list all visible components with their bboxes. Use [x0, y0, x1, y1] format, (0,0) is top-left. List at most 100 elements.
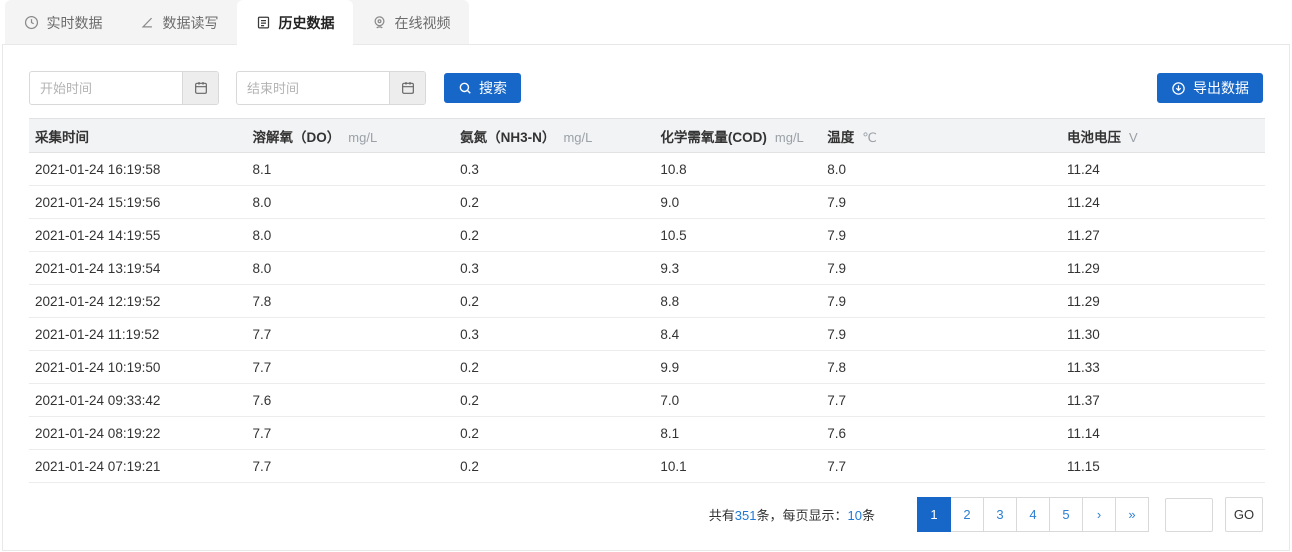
column-header: 溶解氧（DO） mg/L [247, 119, 455, 153]
column-unit: ℃ [862, 130, 877, 145]
table-cell: 11.29 [1061, 285, 1265, 318]
edit-icon [140, 15, 155, 30]
total-prefix: 共有 [709, 508, 735, 523]
column-unit: V [1129, 130, 1138, 145]
last-page-button[interactable]: » [1115, 497, 1149, 532]
table-cell: 2021-01-24 12:19:52 [29, 285, 247, 318]
table-cell: 11.24 [1061, 186, 1265, 219]
page-size: 10 [848, 508, 862, 523]
column-label: 化学需氧量(COD) [660, 130, 767, 145]
table-cell: 0.3 [454, 252, 654, 285]
table-cell: 2021-01-24 16:19:58 [29, 153, 247, 186]
table-cell: 11.24 [1061, 153, 1265, 186]
tab-bar: 实时数据 数据读写 历史数据 在线视频 [5, 0, 469, 44]
toolbar: 搜索 导出数据 [29, 71, 1263, 105]
column-label: 电池电压 [1067, 130, 1121, 145]
table-row: 2021-01-24 11:19:527.70.38.47.911.30 [29, 318, 1265, 351]
table-cell: 9.9 [654, 351, 821, 384]
table-cell: 8.0 [247, 219, 455, 252]
tab-label: 历史数据 [279, 13, 335, 33]
table-cell: 2021-01-24 14:19:55 [29, 219, 247, 252]
tab-label: 在线视频 [395, 13, 451, 33]
page-button-4[interactable]: 4 [1016, 497, 1050, 532]
table-cell: 8.1 [654, 417, 821, 450]
pagination-summary: 共有351条，每页显示：10条 [709, 505, 875, 524]
page-button-5[interactable]: 5 [1049, 497, 1083, 532]
pagination: 共有351条，每页显示：10条 12345›» GO [29, 497, 1263, 532]
table-cell: 11.29 [1061, 252, 1265, 285]
table-cell: 7.9 [821, 252, 1061, 285]
column-label: 溶解氧（DO） [253, 130, 341, 145]
cloud-download-icon [1171, 81, 1186, 96]
table-cell: 11.15 [1061, 450, 1265, 483]
table-cell: 8.4 [654, 318, 821, 351]
table-cell: 10.8 [654, 153, 821, 186]
table-cell: 10.1 [654, 450, 821, 483]
table-cell: 0.2 [454, 450, 654, 483]
table-cell: 0.2 [454, 351, 654, 384]
export-data-button[interactable]: 导出数据 [1157, 73, 1263, 103]
column-unit: mg/L [348, 130, 377, 145]
table-cell: 7.6 [821, 417, 1061, 450]
table-cell: 2021-01-24 09:33:42 [29, 384, 247, 417]
table-cell: 0.2 [454, 285, 654, 318]
total-count: 351 [735, 508, 757, 523]
go-button[interactable]: GO [1225, 497, 1263, 532]
table-cell: 11.37 [1061, 384, 1265, 417]
table-cell: 8.1 [247, 153, 455, 186]
tab-label: 数据读写 [163, 13, 219, 33]
calendar-icon[interactable] [389, 72, 425, 104]
table-cell: 11.27 [1061, 219, 1265, 252]
table-cell: 7.7 [247, 417, 455, 450]
start-time-input[interactable] [30, 72, 182, 104]
content-panel: 搜索 导出数据 采集时间溶解氧（DO）mg/L氨氮（NH3-N）mg/L化学需氧… [2, 44, 1290, 551]
page-size-suffix: 条 [862, 508, 875, 523]
page-button-1[interactable]: 1 [917, 497, 951, 532]
table-cell: 8.0 [821, 153, 1061, 186]
table-cell: 0.2 [454, 219, 654, 252]
table-cell: 2021-01-24 15:19:56 [29, 186, 247, 219]
table-cell: 8.0 [247, 252, 455, 285]
table-row: 2021-01-24 08:19:227.70.28.17.611.14 [29, 417, 1265, 450]
history-data-table: 采集时间溶解氧（DO）mg/L氨氮（NH3-N）mg/L化学需氧量(COD)mg… [29, 118, 1265, 483]
table-cell: 2021-01-24 07:19:21 [29, 450, 247, 483]
table-cell: 0.2 [454, 186, 654, 219]
table-row: 2021-01-24 12:19:527.80.28.87.911.29 [29, 285, 1265, 318]
end-time-input[interactable] [237, 72, 389, 104]
column-header: 氨氮（NH3-N）mg/L [454, 119, 654, 153]
table-cell: 2021-01-24 11:19:52 [29, 318, 247, 351]
table-cell: 2021-01-24 10:19:50 [29, 351, 247, 384]
tab-history-data[interactable]: 历史数据 [237, 0, 353, 45]
page-button-3[interactable]: 3 [983, 497, 1017, 532]
table-cell: 7.9 [821, 285, 1061, 318]
table-row: 2021-01-24 09:33:427.60.27.07.711.37 [29, 384, 1265, 417]
search-icon [458, 81, 472, 95]
table-cell: 11.14 [1061, 417, 1265, 450]
page-button-2[interactable]: 2 [950, 497, 984, 532]
table-cell: 7.7 [247, 318, 455, 351]
tab-online-video[interactable]: 在线视频 [353, 0, 469, 45]
table-cell: 10.5 [654, 219, 821, 252]
column-header: 温度℃ [821, 119, 1061, 153]
table-cell: 0.3 [454, 153, 654, 186]
next-page-button[interactable]: › [1082, 497, 1116, 532]
table-cell: 0.3 [454, 318, 654, 351]
start-time-field [29, 71, 219, 105]
tab-label: 实时数据 [47, 13, 103, 33]
page-number-input[interactable] [1165, 498, 1213, 532]
webcam-icon [372, 15, 387, 30]
search-button-label: 搜索 [479, 78, 507, 98]
table-cell: 8.8 [654, 285, 821, 318]
search-button[interactable]: 搜索 [444, 73, 521, 103]
table-row: 2021-01-24 16:19:588.10.310.88.011.24 [29, 153, 1265, 186]
calendar-icon[interactable] [182, 72, 218, 104]
total-mid: 条，每页显示： [757, 508, 848, 523]
table-cell: 7.7 [821, 450, 1061, 483]
table-cell: 9.3 [654, 252, 821, 285]
export-button-label: 导出数据 [1193, 78, 1249, 98]
table-row: 2021-01-24 14:19:558.00.210.57.911.27 [29, 219, 1265, 252]
table-row: 2021-01-24 15:19:568.00.29.07.911.24 [29, 186, 1265, 219]
table-cell: 7.9 [821, 219, 1061, 252]
tab-data-readwrite[interactable]: 数据读写 [121, 0, 237, 45]
tab-realtime-data[interactable]: 实时数据 [5, 0, 121, 45]
